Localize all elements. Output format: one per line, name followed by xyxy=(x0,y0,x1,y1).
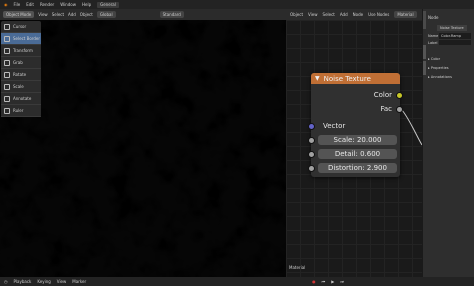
menu-marker[interactable]: Marker xyxy=(72,279,86,285)
viewport-menu-add[interactable]: Add xyxy=(68,12,76,18)
mode-selector[interactable]: Object Mode xyxy=(3,11,35,18)
node-name-header[interactable]: Noise Texture xyxy=(437,25,467,31)
node-editor[interactable]: ▼ Noise Texture Color Fac Vector Scale: … xyxy=(286,20,422,277)
blender-logo-icon[interactable]: ◉ xyxy=(4,2,8,8)
use-nodes-checkbox[interactable]: Use Nodes xyxy=(368,12,389,18)
tool-label: Rotate xyxy=(13,71,27,77)
menu-file[interactable]: File xyxy=(14,2,21,8)
record-button[interactable]: ● xyxy=(312,279,316,285)
pencil-icon xyxy=(4,95,10,102)
noise-texture-node[interactable]: ▼ Noise Texture Color Fac Vector Scale: … xyxy=(308,73,403,177)
properties-sidebar: Node Noise Texture Name Color.Ramp Label… xyxy=(422,9,474,277)
menu-render[interactable]: Render xyxy=(40,2,54,8)
tool-rotate[interactable]: Rotate xyxy=(1,69,41,81)
transform-icon xyxy=(4,47,10,54)
name-label: Name xyxy=(428,34,439,38)
output-color-label: Color xyxy=(373,91,392,99)
distortion-input-socket[interactable] xyxy=(308,165,315,172)
sidebar-title: Node xyxy=(428,15,439,20)
play-icon[interactable]: ▶ xyxy=(331,279,334,285)
menu-playback[interactable]: Playback xyxy=(14,279,32,285)
node-header[interactable]: ▼ Noise Texture xyxy=(311,73,400,84)
cursor-icon xyxy=(4,23,10,30)
sidebar-tab-tool[interactable] xyxy=(423,45,426,59)
label-input[interactable] xyxy=(439,40,471,45)
shading-dropdown[interactable]: Standard xyxy=(159,11,184,18)
tool-label: Grab xyxy=(13,59,23,65)
detail-field[interactable]: Detail: 0.600 xyxy=(318,149,397,159)
section-color[interactable]: ▸ Color xyxy=(428,56,440,62)
move-icon xyxy=(4,59,10,66)
detail-input-socket[interactable] xyxy=(308,151,315,158)
menu-help[interactable]: Help xyxy=(82,2,91,8)
tool-label: Select Border xyxy=(13,35,41,41)
clock-icon[interactable]: ◷ xyxy=(4,279,8,285)
tool-label: Annotate xyxy=(13,95,32,101)
noise-texture-preview xyxy=(0,20,286,277)
tool-cursor[interactable]: Cursor xyxy=(1,21,41,33)
jump-end-icon[interactable]: ⏭ xyxy=(340,279,344,285)
field-label: Distortion: xyxy=(328,164,365,172)
3d-viewport[interactable] xyxy=(0,20,286,277)
rotate-icon xyxy=(4,71,10,78)
viewport-menu-select[interactable]: Select xyxy=(52,12,64,18)
node-title: Noise Texture xyxy=(323,74,371,83)
menu-window[interactable]: Window xyxy=(60,2,76,8)
field-value: 20.000 xyxy=(356,136,382,144)
label-label: Label xyxy=(428,41,438,45)
viewport-menu-view[interactable]: View xyxy=(38,12,48,18)
material-selector[interactable]: Material xyxy=(394,11,417,18)
scale-icon xyxy=(4,83,10,90)
scale-field[interactable]: Scale: 20.000 xyxy=(318,135,397,145)
field-label: Scale: xyxy=(333,136,355,144)
transform-orientation[interactable]: Global xyxy=(96,11,116,18)
tool-label: Ruler xyxy=(13,107,24,113)
menu-edit[interactable]: Edit xyxy=(26,2,34,8)
section-annotations[interactable]: ▸ Annotations xyxy=(428,74,452,80)
viewport-menu-object[interactable]: Object xyxy=(80,12,93,18)
ne-menu-node[interactable]: Node xyxy=(353,12,363,18)
field-value: 2.900 xyxy=(366,164,387,172)
material-name-label: Material xyxy=(289,265,306,270)
ne-menu-select[interactable]: Select xyxy=(323,12,335,18)
distortion-field[interactable]: Distortion: 2.900 xyxy=(318,163,397,173)
tool-grab[interactable]: Grab xyxy=(1,57,41,69)
ne-menu-view[interactable]: View xyxy=(308,12,318,18)
fac-output-socket[interactable] xyxy=(396,106,403,113)
output-fac-label: Fac xyxy=(380,105,392,113)
tool-scale[interactable]: Scale xyxy=(1,81,41,93)
tool-transform[interactable]: Transform xyxy=(1,45,41,57)
color-output-socket[interactable] xyxy=(396,92,403,99)
scale-input-socket[interactable] xyxy=(308,137,315,144)
ruler-icon xyxy=(4,107,10,114)
tool-label: Cursor xyxy=(13,23,27,29)
sidebar-tab-view[interactable] xyxy=(423,61,426,75)
viewport-header: Object Mode View Select Add Object Globa… xyxy=(0,9,286,20)
vector-input-socket[interactable] xyxy=(308,123,315,130)
tool-label: Scale xyxy=(13,83,24,89)
ne-menu-add[interactable]: Add xyxy=(340,12,348,18)
timeline-header: ◷ Playback Keying View Marker ● ⏮ ▶ ⏭ xyxy=(0,277,474,286)
tool-label: Transform xyxy=(13,47,33,53)
field-label: Detail: xyxy=(334,150,358,158)
input-vector-label: Vector xyxy=(323,122,346,130)
node-editor-header: Object View Select Add Node Use Nodes Ma… xyxy=(286,9,422,20)
sidebar-tab-node[interactable] xyxy=(423,11,426,29)
top-menu-bar: ◉ File Edit Render Window Help General xyxy=(0,0,474,9)
section-properties[interactable]: ▸ Properties xyxy=(428,65,449,71)
tool-ruler[interactable]: Ruler xyxy=(1,105,41,117)
workspace-tab[interactable]: General xyxy=(97,1,119,8)
menu-keying[interactable]: Keying xyxy=(37,279,50,285)
jump-start-icon[interactable]: ⏮ xyxy=(322,279,326,285)
tool-panel: Cursor Select Border Transform Grab Rota… xyxy=(1,21,41,117)
field-value: 0.600 xyxy=(360,150,381,158)
collapse-arrow-icon[interactable]: ▼ xyxy=(315,75,320,82)
ne-object-dropdown[interactable]: Object xyxy=(290,12,303,18)
name-input[interactable]: Color.Ramp xyxy=(439,33,471,39)
tool-annotate[interactable]: Annotate xyxy=(1,93,41,105)
menu-view[interactable]: View xyxy=(57,279,67,285)
tool-select-border[interactable]: Select Border xyxy=(1,33,41,45)
select-box-icon xyxy=(4,35,10,42)
